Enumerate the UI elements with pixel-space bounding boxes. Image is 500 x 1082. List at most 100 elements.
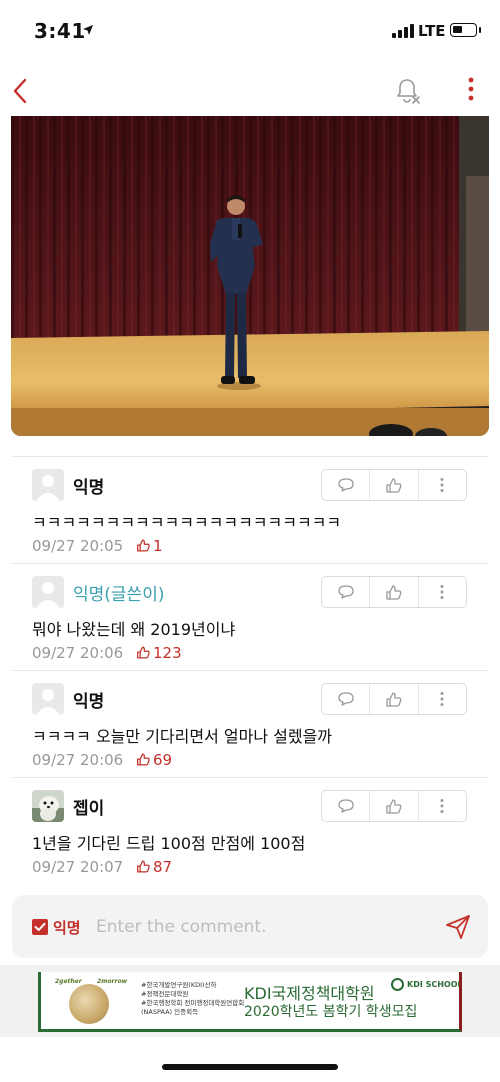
ferret-avatar-photo [32,790,64,822]
checkmark-icon [34,922,46,931]
comment-item: 익명 ㅋㅋㅋㅋ 오늘만 기다리면서 얼마나 설렜을까 09/27 20:06 6… [12,670,488,777]
reply-button[interactable] [322,791,369,821]
speech-bubble-icon [338,478,354,492]
speech-bubble-icon [338,585,354,599]
reply-button[interactable] [322,470,369,500]
ad-bullet: (NASPAA) 인증획득 [141,1008,199,1016]
battery-tip [479,27,481,33]
default-avatar-icon [32,683,64,715]
ad-area: 2gether 2morrow #한국개발연구원(KDI)산하 #정책전문대학원… [0,965,500,1037]
speech-bubble-icon [338,692,354,706]
anonymous-label[interactable]: 익명 [53,917,81,938]
vertical-ellipsis-icon [468,77,474,101]
ad-brand-left: 2gether [55,978,82,985]
ad-subtitle: 2020학년도 봄학기 학생모집 [244,1004,418,1020]
like-button[interactable] [369,577,417,607]
thumbs-up-icon [386,584,402,600]
like-count: 1 [153,537,163,555]
ad-bullets: #한국개발연구원(KDI)산하 #정책전문대학원 #한국행정학회 전미행정대학원… [141,981,244,1017]
comment-more-button[interactable] [417,791,466,821]
comment-composer: 익명 [12,895,488,958]
comment-text: 1년을 기다린 드립 100점 만점에 100점 [32,834,306,853]
thumbs-up-icon [137,539,150,552]
comment-author: 익명 [73,478,105,498]
comment-meta: 09/27 20:05 1 [32,537,163,555]
reply-button[interactable] [322,577,369,607]
ad-brand-right: 2morrow [97,978,128,985]
thumbs-up-icon [137,646,150,659]
comment-actions [321,576,467,608]
avatar[interactable] [32,469,64,501]
send-button[interactable] [444,913,472,941]
anonymous-checkbox[interactable] [32,919,48,935]
notification-toggle-button[interactable] [390,73,424,105]
default-avatar-icon [32,576,64,608]
ad-globe-image [69,984,109,1024]
comment-author: 젭이 [73,799,105,819]
vertical-ellipsis-icon [440,692,444,706]
comment-meta: 09/27 20:07 87 [32,858,172,876]
comment-actions [321,790,467,822]
thumbs-up-icon [386,477,402,493]
ad-banner[interactable]: 2gether 2morrow #한국개발연구원(KDI)산하 #정책전문대학원… [38,972,462,1032]
comment-meta: 09/27 20:06 69 [32,751,172,769]
back-button[interactable] [6,70,40,106]
status-time: 3:41 [34,19,86,43]
avatar[interactable] [32,576,64,608]
post-photo[interactable] [11,116,489,436]
top-nav [0,62,500,114]
vertical-ellipsis-icon [440,478,444,492]
ad-logo-text: KDI SCHOOL [407,980,462,989]
thumbs-up-icon [137,860,150,873]
avatar[interactable] [32,683,64,715]
comment-actions [321,469,467,501]
comment-time: 09/27 20:06 [32,644,124,662]
like-button[interactable] [369,791,417,821]
bell-off-icon [397,79,420,104]
comment-text: ㅋㅋㅋㅋㅋㅋㅋㅋㅋㅋㅋㅋㅋㅋㅋㅋㅋㅋㅋㅋㅋ [32,513,342,532]
comment-list: 익명 ㅋㅋㅋㅋㅋㅋㅋㅋㅋㅋㅋㅋㅋㅋㅋㅋㅋㅋㅋㅋㅋ 09/27 20:05 1 익… [0,456,500,884]
comment-more-button[interactable] [417,684,466,714]
ad-bullet: #한국개발연구원(KDI)산하 [141,981,217,989]
signal-icon [392,24,414,38]
battery-icon [450,23,477,37]
home-indicator [162,1064,338,1070]
comment-time: 09/27 20:06 [32,751,124,769]
default-avatar-icon [32,469,64,501]
avatar[interactable] [32,790,64,822]
chevron-left-icon [13,78,27,104]
comment-item: 익명 ㅋㅋㅋㅋㅋㅋㅋㅋㅋㅋㅋㅋㅋㅋㅋㅋㅋㅋㅋㅋㅋ 09/27 20:05 1 [12,456,488,563]
kdi-logo-icon [391,978,404,991]
more-options-button[interactable] [458,74,484,104]
reply-button[interactable] [322,684,369,714]
comment-author-op: 익명(글쓴이) [73,585,165,605]
comment-meta: 09/27 20:06 123 [32,644,182,662]
speech-bubble-icon [338,799,354,813]
comment-item: 익명(글쓴이) 뭐야 나왔는데 왜 2019년이냐 09/27 20:06 12… [12,563,488,670]
comment-actions [321,683,467,715]
like-button[interactable] [369,470,417,500]
comment-text: 뭐야 나왔는데 왜 2019년이냐 [32,620,236,639]
comment-time: 09/27 20:07 [32,858,124,876]
thumbs-up-icon [386,691,402,707]
ad-bullet: #정책전문대학원 [141,990,189,998]
location-arrow-icon [83,25,93,35]
comment-more-button[interactable] [417,577,466,607]
vertical-ellipsis-icon [440,799,444,813]
like-count: 123 [153,644,182,662]
thumbs-up-icon [137,753,150,766]
comment-input[interactable] [96,911,426,943]
comment-more-button[interactable] [417,470,466,500]
thumbs-up-icon [386,798,402,814]
stage-speaker-photo [11,116,489,436]
send-icon [446,915,470,939]
ad-bullet: #한국행정학회 전미행정대학원연합회 [141,999,245,1007]
comment-item: 젭이 1년을 기다린 드립 100점 만점에 100점 09/27 20:07 … [12,777,488,884]
comment-author: 익명 [73,692,105,712]
like-count: 87 [153,858,173,876]
like-count: 69 [153,751,173,769]
vertical-ellipsis-icon [440,585,444,599]
network-type: LTE [418,22,446,40]
like-button[interactable] [369,684,417,714]
comment-text: ㅋㅋㅋㅋ 오늘만 기다리면서 얼마나 설렜을까 [32,727,333,746]
